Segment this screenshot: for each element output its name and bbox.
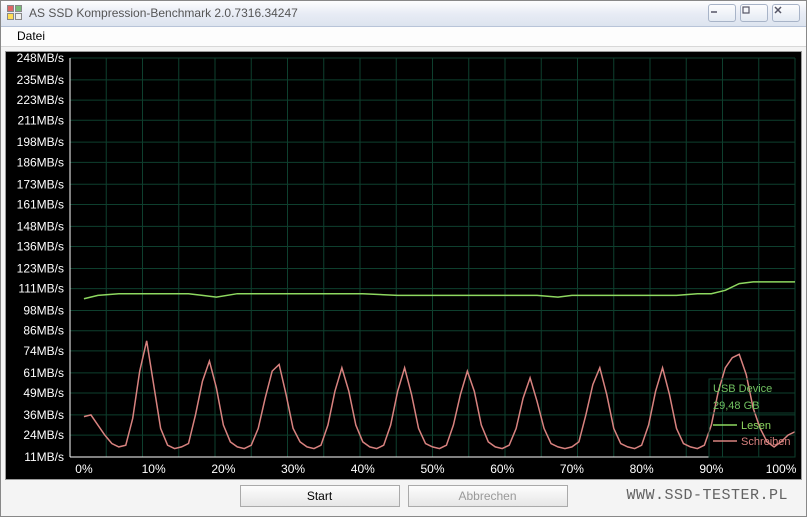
svg-text:90%: 90% bbox=[699, 462, 723, 476]
svg-text:111MB/s: 111MB/s bbox=[18, 282, 64, 296]
svg-text:61MB/s: 61MB/s bbox=[23, 366, 64, 380]
watermark: www.ssd-tester.pl bbox=[626, 487, 788, 504]
bottom-bar: Start Abbrechen www.ssd-tester.pl bbox=[5, 480, 802, 512]
svg-text:74MB/s: 74MB/s bbox=[23, 344, 64, 358]
svg-text:186MB/s: 186MB/s bbox=[17, 155, 64, 169]
app-window: AS SSD Kompression-Benchmark 2.0.7316.34… bbox=[0, 0, 807, 517]
svg-text:173MB/s: 173MB/s bbox=[17, 177, 64, 191]
svg-text:60%: 60% bbox=[490, 462, 514, 476]
svg-text:198MB/s: 198MB/s bbox=[17, 135, 64, 149]
window-buttons bbox=[708, 4, 800, 22]
svg-text:148MB/s: 148MB/s bbox=[17, 219, 64, 233]
menu-file[interactable]: Datei bbox=[9, 27, 53, 45]
chart: 11MB/s 24MB/s 36MB/s 49MB/s 61MB/s 74MB/s 86MB… bbox=[5, 51, 802, 480]
svg-text:49MB/s: 49MB/s bbox=[23, 386, 64, 400]
svg-text:20%: 20% bbox=[211, 462, 235, 476]
window-title: AS SSD Kompression-Benchmark 2.0.7316.34… bbox=[29, 6, 708, 20]
svg-text:248MB/s: 248MB/s bbox=[17, 52, 64, 65]
minimize-button[interactable] bbox=[708, 4, 736, 22]
svg-text:36MB/s: 36MB/s bbox=[23, 408, 64, 422]
svg-text:USB Device: USB Device bbox=[713, 383, 772, 395]
svg-text:Lesen: Lesen bbox=[741, 420, 771, 432]
svg-text:98MB/s: 98MB/s bbox=[23, 304, 64, 318]
svg-text:50%: 50% bbox=[420, 462, 444, 476]
maximize-button[interactable] bbox=[740, 4, 768, 22]
svg-text:40%: 40% bbox=[351, 462, 375, 476]
svg-text:70%: 70% bbox=[560, 462, 584, 476]
titlebar: AS SSD Kompression-Benchmark 2.0.7316.34… bbox=[1, 1, 806, 27]
svg-text:80%: 80% bbox=[630, 462, 654, 476]
svg-text:29,48 GB: 29,48 GB bbox=[713, 400, 759, 412]
app-icon bbox=[7, 5, 23, 21]
svg-text:100%: 100% bbox=[766, 462, 797, 476]
menubar: Datei bbox=[1, 27, 806, 47]
svg-text:10%: 10% bbox=[142, 462, 166, 476]
svg-text:136MB/s: 136MB/s bbox=[17, 240, 64, 254]
svg-text:211MB/s: 211MB/s bbox=[18, 113, 64, 127]
svg-text:86MB/s: 86MB/s bbox=[23, 324, 64, 338]
svg-text:235MB/s: 235MB/s bbox=[17, 73, 64, 87]
svg-text:161MB/s: 161MB/s bbox=[17, 197, 64, 211]
svg-text:11MB/s: 11MB/s bbox=[24, 450, 64, 464]
svg-text:223MB/s: 223MB/s bbox=[17, 93, 64, 107]
start-button[interactable]: Start bbox=[240, 485, 400, 507]
svg-text:30%: 30% bbox=[281, 462, 305, 476]
svg-text:Schreiben: Schreiben bbox=[741, 436, 791, 448]
svg-text:0%: 0% bbox=[75, 462, 93, 476]
svg-text:123MB/s: 123MB/s bbox=[17, 261, 64, 275]
content-area: 11MB/s 24MB/s 36MB/s 49MB/s 61MB/s 74MB/s 86MB… bbox=[1, 47, 806, 516]
svg-text:24MB/s: 24MB/s bbox=[23, 428, 64, 442]
cancel-button[interactable]: Abbrechen bbox=[408, 485, 568, 507]
close-button[interactable] bbox=[772, 4, 800, 22]
